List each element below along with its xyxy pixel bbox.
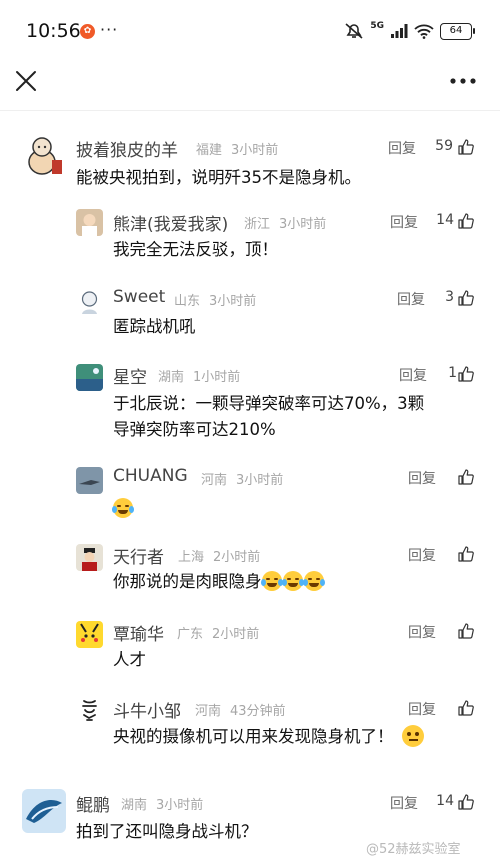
comment-text: 能被央视拍到，说明歼35不是隐身机。 [76,168,361,187]
laughing-crying-emoji-icon [260,571,283,591]
like-count: 59 [435,138,453,154]
avatar[interactable] [76,621,103,648]
comment-location: 上海 [178,550,205,565]
comment-author[interactable]: 覃瑜华 [113,620,164,645]
comment-location: 山东 [174,294,201,309]
reply-item: 斗牛小邹 河南 43分钟前 回复 央视的摄像机可以用来发现隐身机了！ [0,694,500,754]
comment-time: 1小时前 [193,370,241,385]
comment-text-line: 导弹突防率可达210% [113,420,276,439]
reply-button[interactable]: 回复 [390,212,418,232]
comment-time: 2小时前 [212,627,260,642]
close-icon[interactable] [13,68,39,94]
comment-author[interactable]: 星空 [113,363,147,388]
signal-icon [391,24,408,38]
like-count: 14 [436,212,454,228]
comment-text-line: 于北辰说：一颗导弹突破率可达70%，3颗 [113,394,425,413]
comment-text-body: 央视的摄像机可以用来发现隐身机了！ [113,727,394,746]
top-nav-bar [0,62,500,102]
comment-author[interactable]: 熊津(我爱我家) [113,210,228,235]
comment-author[interactable]: Sweet [113,287,165,307]
reply-item: Sweet 山东 3小时前 回复 3 匿踪战机吼 [0,283,500,343]
comment-time: 43分钟前 [230,704,286,719]
comment-author[interactable]: 鲲鹏 [76,791,110,816]
comment-location: 河南 [195,704,222,719]
avatar[interactable] [22,789,66,833]
laughing-crying-emoji-icon [281,571,304,591]
comment-location: 福建 [196,143,223,158]
reply-item: 星空 湖南 1小时前 回复 1 于北辰说：一颗导弹突破率可达70%，3颗 导弹突… [0,360,500,445]
comment-text: 央视的摄像机可以用来发现隐身机了！ [113,724,424,749]
reply-button[interactable]: 回复 [408,468,436,488]
reply-item: 覃瑜华 广东 2小时前 回复 人才 [0,617,500,677]
laughing-crying-emoji-icon [302,571,325,591]
reply-item: 熊津(我爱我家) 浙江 3小时前 回复 14 我完全无法反驳，顶！ [0,205,500,265]
comment-author[interactable]: 斗牛小邹 [113,697,181,722]
reply-item: 天行者 上海 2小时前 回复 你那说的是肉眼隐身 [0,540,500,600]
comment-item: 鲲鹏 湖南 3小时前 回复 14 拍到了还叫隐身战斗机？ [0,786,500,846]
avatar[interactable] [76,544,103,571]
nav-divider [0,110,500,111]
comment-author[interactable]: 披着狼皮的羊 [76,136,178,161]
comment-text: 拍到了还叫隐身战斗机？ [76,822,258,841]
comment-text: 人才 [113,650,146,669]
reply-button[interactable]: 回复 [408,699,436,719]
avatar[interactable] [76,288,103,315]
thumb-up-icon[interactable] [458,290,474,306]
comment-text: 我完全无法反驳，顶！ [113,240,278,259]
avatar[interactable] [76,697,103,724]
reply-button[interactable]: 回复 [388,138,416,158]
avatar[interactable] [22,134,66,178]
reply-button[interactable]: 回复 [397,289,425,309]
comment-item: 披着狼皮的羊 福建 3小时前 回复 59 能被央视拍到，说明歼35不是隐身机。 [0,130,500,190]
comment-time: 3小时前 [236,473,284,488]
comment-location: 河南 [201,473,228,488]
comment-time: 3小时前 [279,217,327,232]
reply-button[interactable]: 回复 [399,365,427,385]
comment-time: 3小时前 [209,294,257,309]
status-time: 10:56 [26,20,81,42]
more-options-icon[interactable] [448,68,478,94]
wifi-icon [414,24,434,39]
comment-location: 广东 [177,627,204,642]
thumb-up-icon[interactable] [458,623,474,639]
thumb-up-icon[interactable] [458,546,474,562]
network-type-label: 5G [370,21,384,31]
comment-author[interactable]: CHUANG [113,466,188,486]
comment-time: 2小时前 [213,550,261,565]
mute-icon [345,23,363,39]
thumb-up-icon[interactable] [458,366,474,382]
comment-text: 匿踪战机吼 [113,317,196,336]
status-bar: 10:56 ✿ ··· 5G 64 [0,0,500,62]
comment-location: 湖南 [158,370,185,385]
like-count: 3 [445,289,454,305]
avatar[interactable] [76,364,103,391]
comment-location: 湖南 [121,798,148,813]
app-notification-icon: ✿ [80,24,95,39]
avatar[interactable] [76,467,103,494]
avatar[interactable] [76,209,103,236]
reply-button[interactable]: 回复 [408,545,436,565]
reply-item: CHUANG 河南 3小时前 回复 [0,463,500,523]
status-icons: 5G 64 [344,21,475,40]
thumb-up-icon[interactable] [458,469,474,485]
thumb-up-icon[interactable] [458,139,474,155]
comment-text: 你那说的是肉眼隐身 [113,569,325,594]
reply-button[interactable]: 回复 [390,793,418,813]
comment-time: 3小时前 [156,798,204,813]
comment-author[interactable]: 天行者 [113,543,164,568]
thumb-up-icon[interactable] [458,794,474,810]
like-count: 14 [436,793,454,809]
thumb-up-icon[interactable] [458,213,474,229]
comment-time: 3小时前 [231,143,279,158]
reply-button[interactable]: 回复 [408,622,436,642]
battery-icon: 64 [440,22,475,40]
watermark: @52赫兹实验室 [366,842,461,857]
thumb-up-icon[interactable] [458,700,474,716]
status-more-icon: ··· [100,20,119,39]
laughing-crying-emoji-icon [112,498,134,518]
like-count: 1 [448,365,457,381]
comment-location: 浙江 [244,217,271,232]
comment-text-body: 你那说的是肉眼隐身 [113,572,262,591]
thinking-emoji-icon [401,725,424,747]
